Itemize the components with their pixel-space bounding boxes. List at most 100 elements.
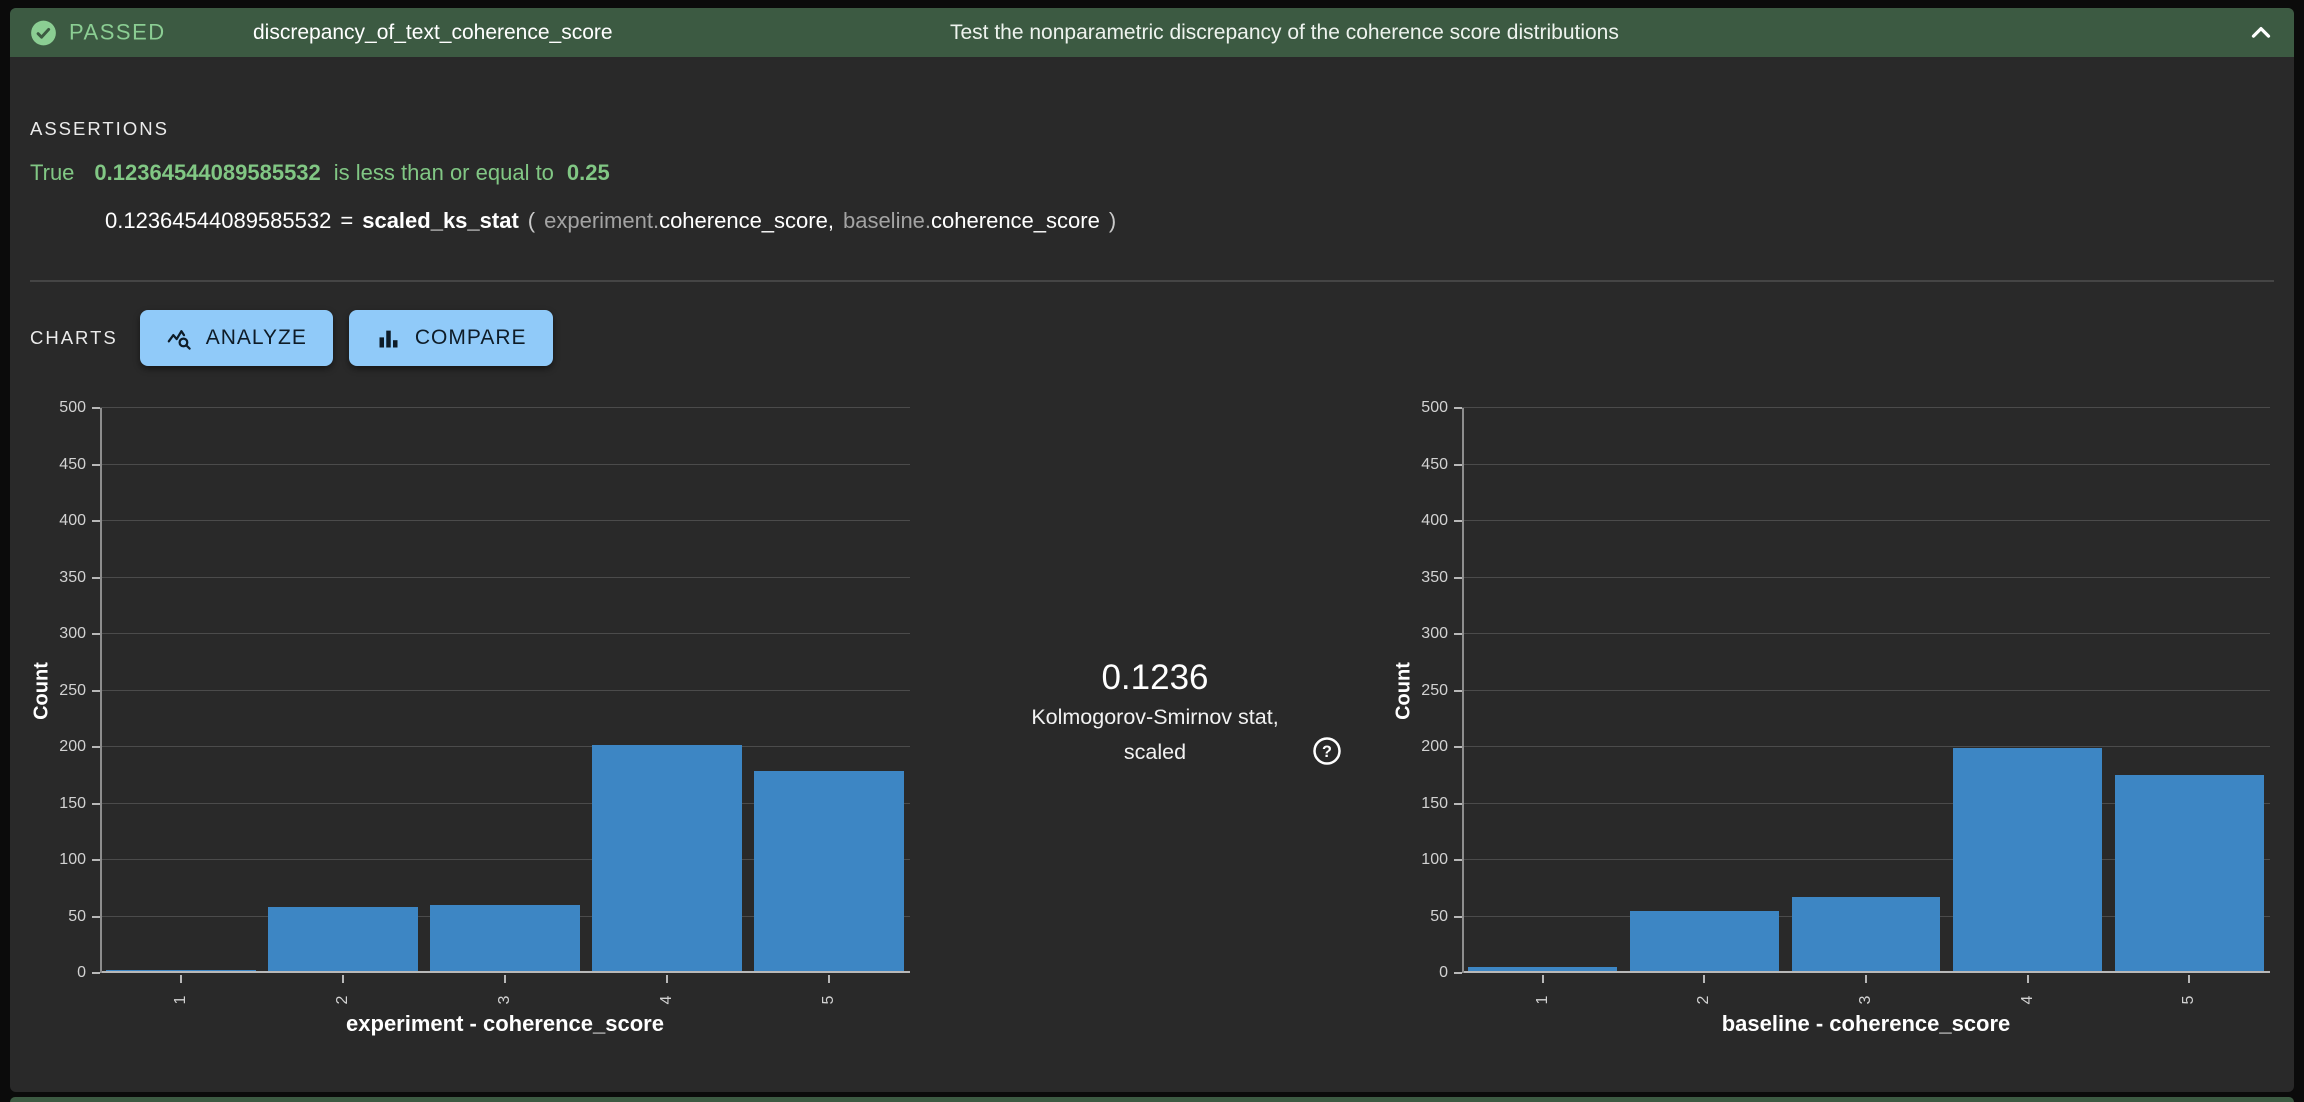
y-tick [1454, 407, 1462, 409]
equation-arg1-prefix: experiment. [544, 208, 659, 233]
query-stats-icon [166, 325, 193, 352]
y-tick [1454, 746, 1462, 748]
equation-comma: , [828, 208, 834, 233]
x-tick [828, 975, 830, 983]
gridline [1462, 577, 2270, 578]
equation-function: scaled_ks_stat [362, 208, 519, 233]
analyze-button[interactable]: ANALYZE [140, 310, 333, 366]
y-tick [92, 859, 100, 861]
assertion-result: True [30, 160, 74, 185]
x-tick-label: 2 [332, 989, 354, 1011]
test-header[interactable]: PASSED discrepancy_of_text_coherence_sco… [10, 8, 2294, 57]
y-tick [92, 690, 100, 692]
gridline [1462, 464, 2270, 465]
svg-text:?: ? [1322, 743, 1332, 761]
help-icon: ? [1312, 736, 1342, 766]
help-button[interactable]: ? [1310, 734, 1344, 768]
assertion-result-line: True0.12364544089585532is less than or e… [30, 160, 610, 186]
equation-value: 0.12364544089585532 [105, 208, 331, 233]
check-circle-icon [30, 19, 57, 46]
y-tick [1454, 916, 1462, 918]
y-tick-label: 250 [59, 683, 86, 699]
x-tick [342, 975, 344, 983]
y-tick-label: 500 [59, 400, 86, 416]
charts-section-label: CHARTS [30, 327, 118, 349]
y-tick-label: 200 [1421, 739, 1448, 755]
y-tick-label: 50 [1430, 909, 1448, 925]
y-tick [92, 464, 100, 466]
x-axis-line [100, 971, 910, 973]
x-axis-title: baseline - coherence_score [1722, 1011, 2011, 1037]
x-tick [180, 975, 182, 983]
y-tick-label: 250 [1421, 683, 1448, 699]
ks-stat-value: 0.1236 [900, 656, 1410, 700]
gridline [1462, 746, 2270, 747]
histogram-bar [2115, 775, 2264, 971]
y-tick-label: 350 [59, 570, 86, 586]
y-tick-label: 150 [1421, 796, 1448, 812]
x-tick [666, 975, 668, 983]
y-tick [1454, 520, 1462, 522]
y-tick [92, 972, 100, 974]
y-tick-label: 300 [1421, 626, 1448, 642]
x-tick [2027, 975, 2029, 983]
gridline [1462, 407, 2270, 408]
y-tick [1454, 972, 1462, 974]
chevron-up-icon [2246, 18, 2276, 48]
assertion-equation-line: 0.12364544089585532=scaled_ks_stat(exper… [105, 208, 1116, 234]
x-tick [1542, 975, 1544, 983]
y-tick [1454, 690, 1462, 692]
y-tick [92, 577, 100, 579]
test-result-page: PASSED discrepancy_of_text_coherence_sco… [0, 0, 2304, 1102]
collapse-button[interactable] [2242, 14, 2280, 52]
equation-close-paren: ) [1109, 208, 1116, 233]
y-tick-label: 0 [1439, 965, 1448, 981]
next-test-header-peek[interactable] [10, 1097, 2294, 1102]
y-tick [92, 803, 100, 805]
histogram-bar [430, 905, 579, 971]
histogram-bar [592, 745, 741, 971]
x-axis-title: experiment - coherence_score [346, 1011, 664, 1037]
gridline [100, 407, 910, 408]
x-tick [1865, 975, 1867, 983]
assertion-comparison: is less than or equal to [334, 160, 554, 185]
y-tick-label: 450 [59, 457, 86, 473]
equation-arg1-field: coherence_score [659, 208, 828, 233]
x-tick-label: 5 [818, 989, 840, 1011]
x-axis-line [1462, 971, 2270, 973]
compare-button[interactable]: COMPARE [349, 310, 553, 366]
histogram-bar [754, 771, 903, 971]
y-tick-label: 350 [1421, 570, 1448, 586]
histogram-bar [1792, 897, 1941, 971]
gridline [100, 746, 910, 747]
ks-stat-caption-line1: Kolmogorov-Smirnov stat, [900, 700, 1410, 735]
status-badge: PASSED [30, 19, 166, 46]
test-description: Test the nonparametric discrepancy of th… [950, 21, 1619, 45]
histogram-bar [1630, 911, 1779, 971]
x-tick [1703, 975, 1705, 983]
y-tick [1454, 577, 1462, 579]
y-tick-label: 400 [1421, 513, 1448, 529]
y-tick-label: 150 [59, 796, 86, 812]
assertions-section-label: ASSERTIONS [30, 118, 169, 140]
x-tick-label: 4 [2017, 989, 2039, 1011]
y-tick [1454, 633, 1462, 635]
assertion-threshold: 0.25 [567, 160, 610, 185]
x-tick-label: 1 [1532, 989, 1554, 1011]
chart-experiment: Count 0501001502002503003504004505001234… [100, 408, 910, 973]
histogram-bar [1953, 748, 2102, 971]
plot-area: 05010015020025030035040045050012345 [100, 408, 910, 973]
analyze-button-label: ANALYZE [206, 326, 307, 350]
gridline [1462, 633, 2270, 634]
test-name: discrepancy_of_text_coherence_score [253, 21, 613, 45]
gridline [100, 464, 910, 465]
chart-baseline: Count 0501001502002503003504004505001234… [1462, 408, 2270, 973]
y-tick [92, 916, 100, 918]
plot-area: 05010015020025030035040045050012345 [1462, 408, 2270, 973]
y-axis-title: Count [1393, 662, 1416, 720]
histogram-bar [268, 907, 417, 971]
x-tick-label: 1 [170, 989, 192, 1011]
histogram-bar [106, 970, 255, 971]
y-tick [92, 407, 100, 409]
y-tick [92, 520, 100, 522]
